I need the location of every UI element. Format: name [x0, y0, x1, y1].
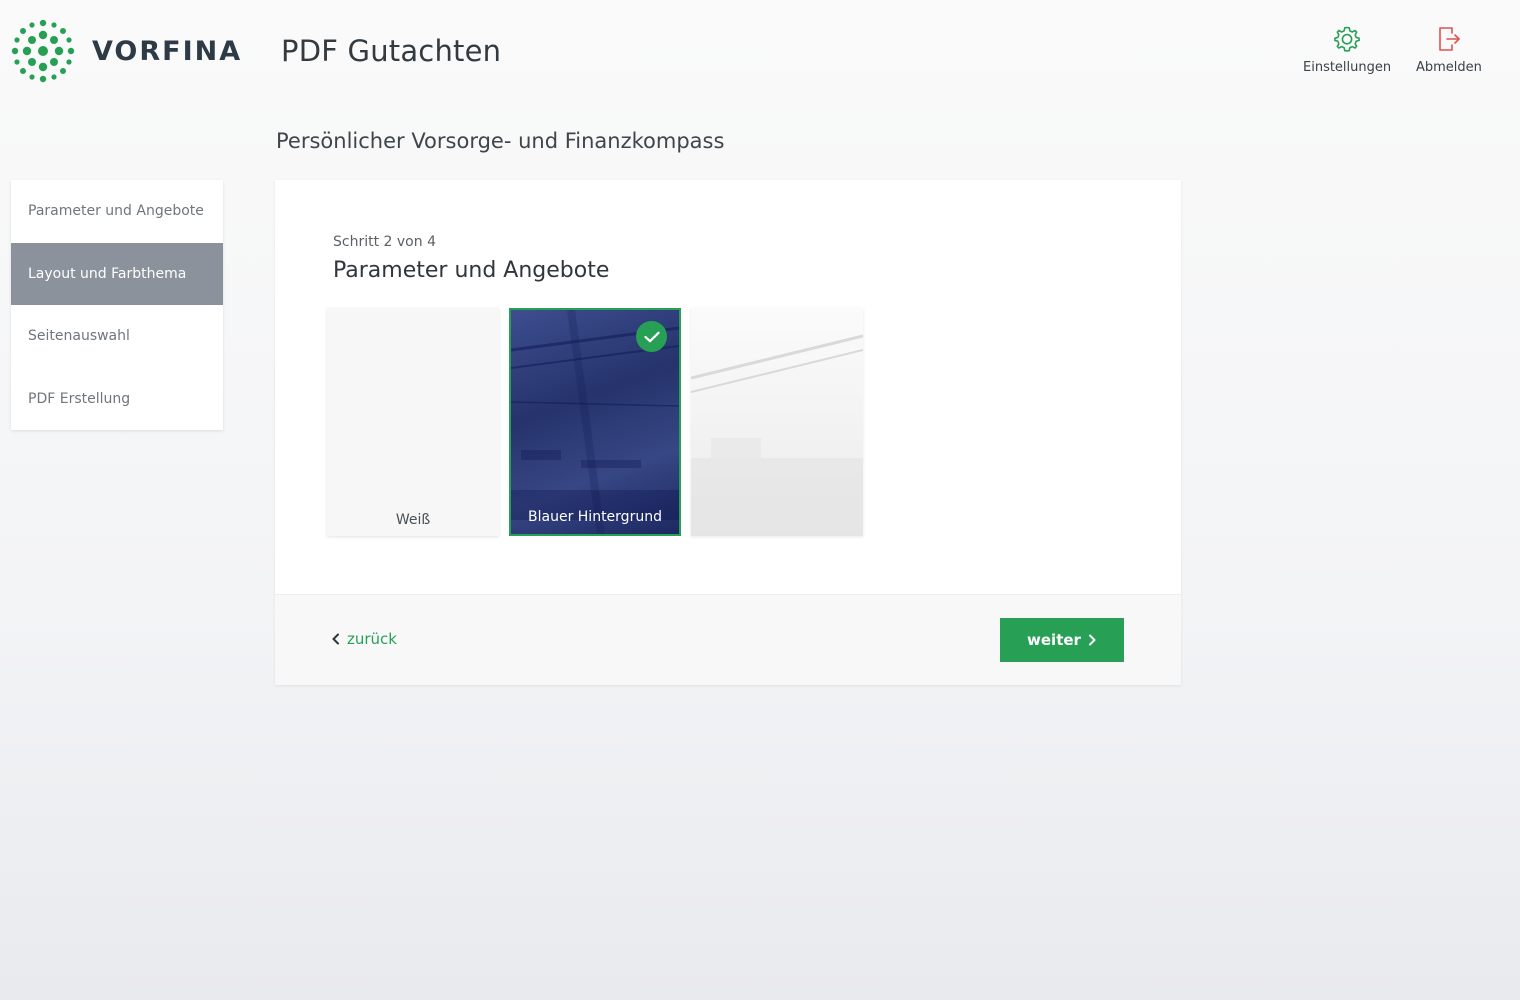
theme-tile-light[interactable]: [691, 308, 863, 536]
light-background-image: [691, 334, 863, 536]
theme-label: Weiß: [395, 512, 431, 528]
back-button[interactable]: zurück: [331, 630, 397, 648]
chevron-right-icon: [1088, 634, 1096, 646]
settings-button[interactable]: Einstellungen: [1303, 24, 1391, 75]
logout-label: Abmelden: [1416, 60, 1482, 75]
wizard-card: Schritt 2 von 4 Parameter und Angebote W…: [275, 180, 1181, 685]
sidebar-item-label: Seitenauswahl: [28, 328, 130, 345]
sidebar-item-pdf-erstellung[interactable]: PDF Erstellung: [11, 368, 223, 431]
check-icon: [643, 331, 660, 342]
brand-name: VORFINA: [92, 35, 243, 67]
brand-logo[interactable]: VORFINA: [10, 18, 242, 84]
theme-tile-white[interactable]: Weiß: [327, 308, 499, 536]
dots-logo-icon: [11, 19, 75, 83]
sidebar-item-label: PDF Erstellung: [28, 390, 131, 407]
theme-label: Blauer Hintergrund: [528, 509, 662, 525]
step-indicator: Schritt 2 von 4: [333, 234, 436, 250]
app-title: PDF Gutachten: [281, 34, 502, 68]
logout-button[interactable]: Abmelden: [1416, 24, 1482, 75]
page-subtitle: Persönlicher Vorsorge- und Finanzkompass: [276, 129, 725, 153]
theme-tile-blue[interactable]: Blauer Hintergrund: [509, 308, 681, 536]
back-label: zurück: [347, 630, 397, 648]
step-title: Parameter und Angebote: [333, 258, 610, 283]
wizard-footer: zurück weiter: [275, 594, 1181, 685]
selected-badge: [636, 321, 667, 352]
settings-label: Einstellungen: [1303, 60, 1392, 75]
next-label: weiter: [1027, 631, 1081, 649]
chevron-left-icon: [332, 633, 339, 645]
sidebar-item-seitenauswahl[interactable]: Seitenauswahl: [11, 305, 223, 368]
next-button[interactable]: weiter: [1000, 618, 1124, 662]
sidebar-item-layout[interactable]: Layout und Farbthema: [11, 242, 223, 305]
sidebar-item-label: Layout und Farbthema: [28, 265, 187, 282]
wizard-sidebar: Parameter und Angebote Layout und Farbth…: [11, 180, 223, 430]
gear-icon: [1334, 26, 1360, 52]
sidebar-item-parameter[interactable]: Parameter und Angebote: [11, 180, 223, 243]
logout-icon: [1439, 27, 1460, 51]
sidebar-item-label: Parameter und Angebote: [28, 203, 204, 220]
